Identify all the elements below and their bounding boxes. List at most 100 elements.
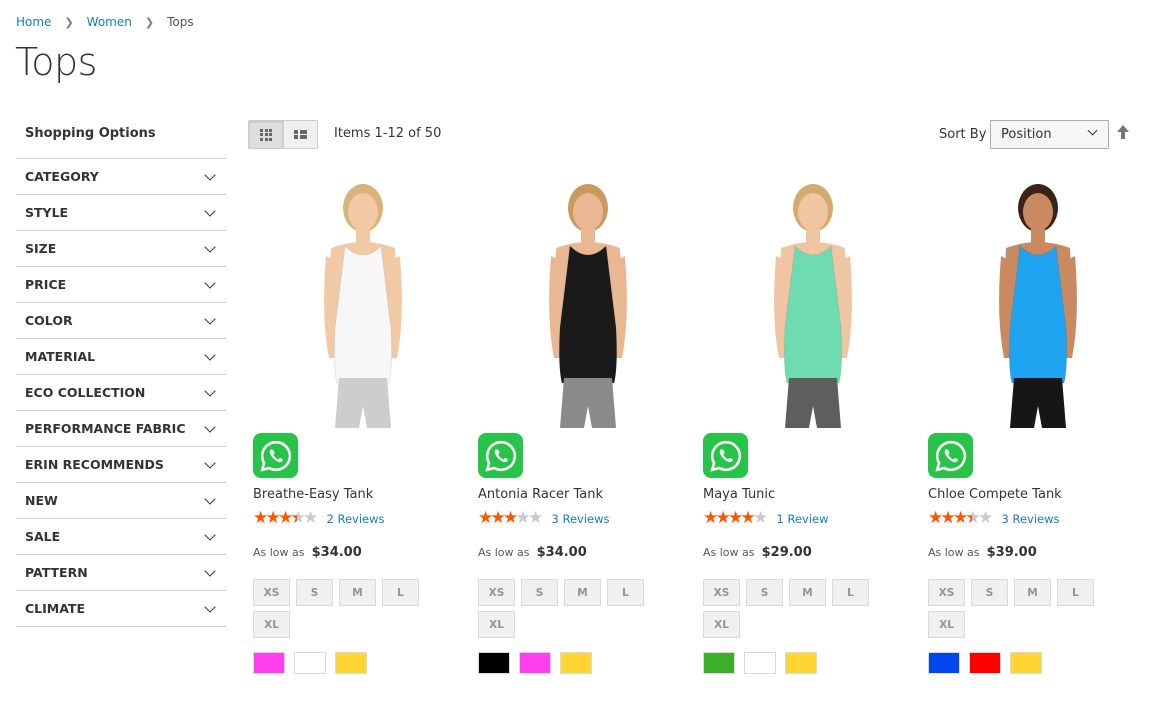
chevron-down-icon (204, 240, 216, 253)
sidebar-filters: Shopping Options CATEGORY STYLE SIZE PRICE C… (16, 120, 226, 627)
size-option[interactable]: XL (478, 611, 515, 638)
grid-view-button[interactable] (249, 121, 283, 148)
filter-label: ECO COLLECTION (25, 385, 146, 400)
color-swatch[interactable] (785, 652, 817, 674)
filter-performance-fabric[interactable]: PERFORMANCE FABRIC (16, 411, 226, 447)
filter-size[interactable]: SIZE (16, 231, 226, 267)
chevron-down-icon (204, 564, 216, 577)
whatsapp-icon[interactable] (478, 433, 523, 478)
filter-category[interactable]: CATEGORY (16, 159, 226, 195)
whatsapp-icon[interactable] (253, 433, 298, 478)
reviews-link[interactable]: 3 Reviews (1002, 512, 1060, 526)
color-swatch[interactable] (294, 652, 326, 674)
size-option[interactable]: XS (703, 579, 740, 606)
size-options: XS S M L XL (253, 579, 433, 638)
grid-icon (260, 128, 272, 141)
size-option[interactable]: L (1057, 579, 1094, 606)
product-image[interactable] (958, 178, 1118, 428)
color-swatch[interactable] (253, 652, 285, 674)
breadcrumb-women-link[interactable]: Women (87, 15, 132, 29)
color-swatch[interactable] (519, 652, 551, 674)
shopping-options-title: Shopping Options (16, 120, 226, 159)
filter-price[interactable]: PRICE (16, 267, 226, 303)
size-option[interactable]: XL (253, 611, 290, 638)
product-rating: ★★★★★ 2 Reviews (253, 508, 385, 528)
size-option[interactable]: L (382, 579, 419, 606)
chevron-down-icon (204, 204, 216, 217)
reviews-link[interactable]: 2 Reviews (327, 512, 385, 526)
breadcrumb-home-link[interactable]: Home (16, 15, 51, 29)
list-view-button[interactable] (283, 121, 317, 148)
filter-label: STYLE (25, 205, 69, 220)
size-option[interactable]: M (564, 579, 601, 606)
color-swatch[interactable] (969, 652, 1001, 674)
filter-pattern[interactable]: PATTERN (16, 555, 226, 591)
filter-label: NEW (25, 493, 58, 508)
filter-new[interactable]: NEW (16, 483, 226, 519)
whatsapp-icon[interactable] (928, 433, 973, 478)
color-swatch[interactable] (478, 652, 510, 674)
filter-sale[interactable]: SALE (16, 519, 226, 555)
whatsapp-icon[interactable] (703, 433, 748, 478)
price-value: $39.00 (986, 545, 1037, 560)
size-option[interactable]: L (832, 579, 869, 606)
color-swatch[interactable] (928, 652, 960, 674)
rating-stars: ★ ★ ★ ★ ★ (928, 510, 993, 528)
size-option[interactable]: L (607, 579, 644, 606)
color-swatch[interactable] (744, 652, 776, 674)
size-option[interactable]: XL (703, 611, 740, 638)
chevron-down-icon (204, 528, 216, 541)
sort-by-select[interactable]: Position (990, 120, 1109, 149)
star-icon: ★ (265, 508, 281, 528)
color-swatch[interactable] (335, 652, 367, 674)
chevron-down-icon (204, 312, 216, 325)
sort-by-label: Sort By (939, 127, 987, 142)
size-option[interactable]: XS (928, 579, 965, 606)
filter-material[interactable]: MATERIAL (16, 339, 226, 375)
filter-erin-recommends[interactable]: ERIN RECOMMENDS (16, 447, 226, 483)
star-icon: ★ (728, 508, 744, 528)
product-name-link[interactable]: Chloe Compete Tank (928, 487, 1062, 502)
size-option[interactable]: M (789, 579, 826, 606)
product-name-link[interactable]: Maya Tunic (703, 487, 775, 502)
star-icon: ★ (291, 510, 306, 528)
product-rating: ★★★★★ 3 Reviews (478, 510, 610, 527)
size-option[interactable]: M (1014, 579, 1051, 606)
price-box: As low as $34.00 (478, 541, 587, 560)
filter-label: CATEGORY (25, 169, 99, 184)
price-label: As low as (928, 546, 980, 559)
star-icon: ★ (278, 508, 294, 528)
size-option[interactable]: XL (928, 611, 965, 638)
size-option[interactable]: S (971, 579, 1008, 606)
filter-eco-collection[interactable]: ECO COLLECTION (16, 375, 226, 411)
size-option[interactable]: XS (478, 579, 515, 606)
product-image[interactable] (733, 178, 893, 428)
star-icon: ★ (753, 508, 769, 528)
filter-label: PRICE (25, 277, 67, 292)
product-image[interactable] (508, 178, 668, 428)
filter-label: ERIN RECOMMENDS (25, 457, 164, 472)
size-option[interactable]: M (339, 579, 376, 606)
color-swatch[interactable] (1010, 652, 1042, 674)
product-image[interactable] (283, 178, 443, 428)
sort-direction-arrow-icon[interactable] (1116, 124, 1130, 140)
filter-color[interactable]: COLOR (16, 303, 226, 339)
price-label: As low as (703, 546, 755, 559)
size-option[interactable]: S (746, 579, 783, 606)
product-name-link[interactable]: Breathe-Easy Tank (253, 487, 373, 502)
chevron-down-icon (1087, 125, 1098, 136)
breadcrumb-current: Tops (167, 15, 194, 29)
filter-style[interactable]: STYLE (16, 195, 226, 231)
color-swatch[interactable] (703, 652, 735, 674)
reviews-link[interactable]: 1 Review (777, 512, 829, 526)
size-option[interactable]: S (521, 579, 558, 606)
color-swatch[interactable] (560, 652, 592, 674)
reviews-link[interactable]: 3 Reviews (552, 512, 610, 526)
chevron-down-icon (204, 492, 216, 505)
size-option[interactable]: S (296, 579, 333, 606)
size-option[interactable]: XS (253, 579, 290, 606)
product-name-link[interactable]: Antonia Racer Tank (478, 487, 603, 502)
filter-climate[interactable]: CLIMATE (16, 591, 226, 627)
color-options (703, 652, 817, 674)
breadcrumb-separator-icon: ❯ (64, 15, 74, 29)
